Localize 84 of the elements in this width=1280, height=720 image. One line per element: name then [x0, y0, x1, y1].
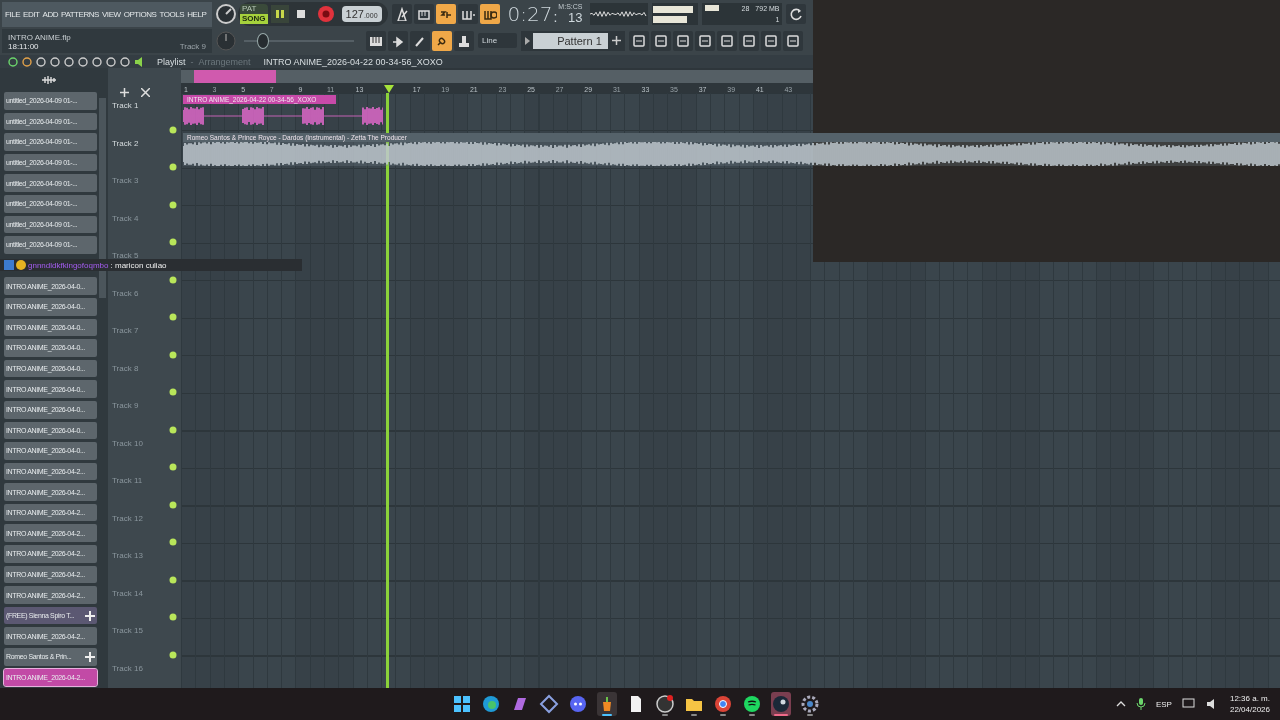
stamp-icon[interactable]	[457, 33, 471, 48]
time-readout: 0:27	[507, 2, 553, 25]
mute-led-icon[interactable]	[169, 350, 177, 359]
menu-item[interactable]: TOOLS	[159, 10, 185, 19]
playlist-title: Playlist	[157, 56, 186, 67]
track-name: Track 6	[112, 288, 139, 298]
track-name: Track 9	[112, 401, 139, 410]
cpu-meter	[705, 5, 720, 11]
hint-time: 18:11:00	[8, 42, 40, 51]
oscilloscope-drawing	[590, 9, 649, 18]
stop-icon[interactable]	[295, 8, 306, 19]
waveform-icon[interactable]	[41, 75, 57, 85]
chat-message: : maricon culiao	[110, 260, 167, 270]
mute-led-icon[interactable]	[169, 275, 177, 284]
close-icon[interactable]	[141, 88, 150, 97]
metronome-icon[interactable]	[394, 6, 409, 21]
menu-item[interactable]: FILE	[5, 10, 21, 19]
track-name: Track 1	[112, 101, 139, 110]
game-app-icon[interactable]	[771, 694, 791, 714]
knob[interactable]	[215, 2, 237, 25]
time-separator: :	[553, 8, 558, 25]
mute-led-icon[interactable]	[169, 200, 177, 209]
refresh-icon[interactable]	[789, 6, 804, 21]
language-indicator[interactable]: ESP	[1155, 699, 1172, 709]
chat-app-icon[interactable]	[568, 694, 588, 714]
track-name: Track 4	[112, 213, 139, 223]
menu-item[interactable]: ADD	[42, 10, 59, 19]
mute-led-icon[interactable]	[169, 388, 177, 396]
track-name: Track 14	[112, 588, 143, 598]
pause-icon[interactable]	[274, 8, 285, 19]
track-name: Track 11	[112, 476, 143, 485]
track-name: Track 3	[112, 176, 139, 185]
settings-icon[interactable]	[800, 694, 820, 714]
overview-scrollbar[interactable]	[181, 70, 814, 83]
mute-led-icon[interactable]	[169, 463, 177, 471]
microphone-icon[interactable]	[1135, 698, 1146, 710]
music-app-icon[interactable]	[742, 694, 762, 714]
drag-icon[interactable]	[85, 610, 95, 621]
mute-led-icon[interactable]	[169, 538, 177, 546]
track-name: Track 8	[112, 363, 139, 373]
record-icon[interactable]	[316, 4, 335, 23]
clock-button[interactable]: 12:36 a. m. 22/04/2026	[1229, 694, 1270, 714]
track-name: Track 12	[112, 513, 143, 523]
mute-led-icon[interactable]	[169, 163, 177, 171]
hint-track: Track 9	[179, 42, 206, 51]
mute-led-icon[interactable]	[169, 425, 177, 434]
slider-thumb[interactable]	[257, 32, 270, 49]
file-name: INTRO ANIME.flp	[8, 33, 71, 42]
time-centis: 13	[568, 9, 583, 25]
chat-username: gnnndldkfkingofoqmbo	[28, 260, 109, 270]
mute-led-icon[interactable]	[169, 575, 177, 584]
mode-toggle[interactable]: PAT	[240, 3, 268, 14]
track-name: Track 5	[112, 251, 139, 260]
track-name: Track 16	[112, 663, 143, 673]
menu-item[interactable]: VIEW	[102, 10, 121, 19]
menu-item[interactable]: OPTIONS	[123, 10, 157, 19]
mute-led-icon[interactable]	[169, 313, 177, 321]
mute-led-icon[interactable]	[169, 238, 177, 246]
record-app-icon[interactable]	[655, 694, 675, 714]
mute-led-icon[interactable]	[169, 650, 177, 659]
mode-toggle[interactable]: SONG	[240, 13, 268, 24]
track-name: Track 2	[112, 138, 139, 148]
plus-icon[interactable]	[611, 36, 621, 45]
track-name: Track 10	[112, 438, 143, 448]
drag-icon[interactable]	[85, 651, 95, 662]
diamond-icon[interactable]	[539, 694, 559, 714]
mute-led-icon[interactable]	[169, 500, 177, 509]
windows-logo-icon[interactable]	[452, 694, 472, 714]
network-icon[interactable]	[1181, 698, 1196, 710]
track-name: Track 15	[112, 626, 143, 635]
snap-dropdown[interactable]: Line	[478, 33, 518, 48]
mute-led-icon[interactable]	[169, 613, 177, 621]
menu-item[interactable]: EDIT	[23, 10, 40, 19]
track-name: Track 13	[112, 551, 143, 560]
track-name: Track 7	[112, 326, 139, 335]
title-separator: -	[190, 56, 194, 67]
arrangement-name[interactable]: INTRO ANIME_2026-04-22 00-34-56_XOXO	[263, 56, 443, 67]
chevron-up-icon[interactable]	[1115, 699, 1126, 709]
plus-icon[interactable]	[120, 88, 129, 97]
pattern-selector[interactable]: Pattern 1	[533, 32, 608, 49]
menu-item[interactable]: PATTERNS	[61, 10, 99, 19]
globe-icon[interactable]	[713, 694, 733, 714]
mute-led-icon[interactable]	[169, 125, 177, 134]
menu-item[interactable]: HELP	[187, 10, 207, 19]
